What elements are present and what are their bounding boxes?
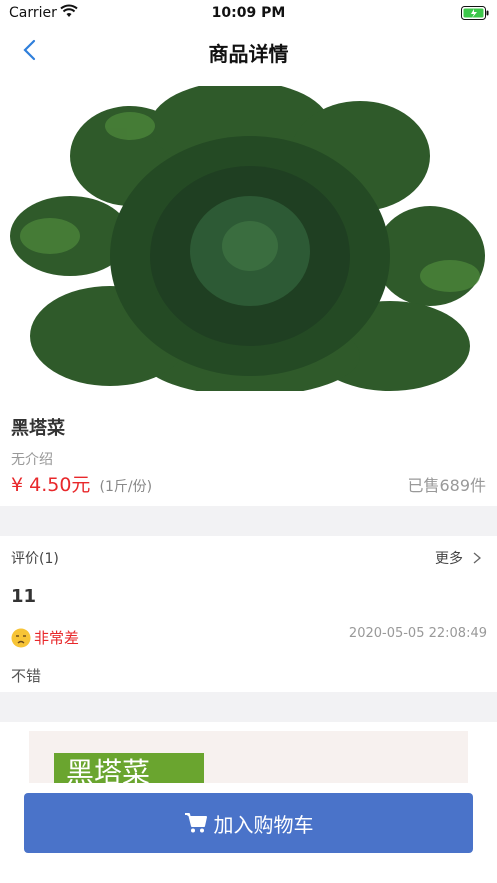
more-label: 更多 bbox=[435, 551, 463, 567]
product-image bbox=[10, 86, 488, 391]
nav-bar: 商品详情 bbox=[0, 26, 497, 74]
review-rating: 非常差 bbox=[11, 627, 79, 648]
more-reviews-link[interactable]: 更多 bbox=[435, 548, 481, 568]
price-row: ¥ 4.50元 (1斤/份) bbox=[11, 470, 152, 497]
detail-image: 黑塔菜 bbox=[29, 731, 468, 783]
page-title: 商品详情 bbox=[208, 42, 289, 66]
sold-count: 已售689件 bbox=[407, 476, 486, 495]
product-description: 无介绍 bbox=[11, 452, 53, 468]
sad-face-icon bbox=[11, 628, 31, 647]
status-bar: Carrier 10:09 PM bbox=[0, 0, 497, 26]
cart-label: 加入购物车 bbox=[213, 812, 314, 837]
product-name: 黑塔菜 bbox=[11, 418, 65, 439]
bottom-bar: 加入购物车 bbox=[0, 783, 497, 883]
status-time: 10:09 PM bbox=[211, 5, 286, 21]
rating-text: 非常差 bbox=[34, 629, 80, 647]
section-divider bbox=[0, 506, 497, 536]
review-time: 2020-05-05 22:08:49 bbox=[348, 626, 487, 641]
review-content: 不错 bbox=[11, 667, 42, 685]
chevron-right-icon bbox=[473, 552, 481, 564]
battery-icon bbox=[461, 6, 489, 20]
detail-banner-text: 黑塔菜 bbox=[54, 753, 204, 783]
review-user: 11 bbox=[11, 586, 37, 607]
section-divider bbox=[0, 692, 497, 722]
cart-icon bbox=[184, 813, 207, 833]
product-unit: (1斤/份) bbox=[99, 479, 153, 495]
add-to-cart-button[interactable]: 加入购物车 bbox=[24, 793, 473, 853]
review-header: 评价(1) bbox=[11, 551, 59, 567]
product-price: ¥ 4.50元 bbox=[11, 474, 91, 496]
